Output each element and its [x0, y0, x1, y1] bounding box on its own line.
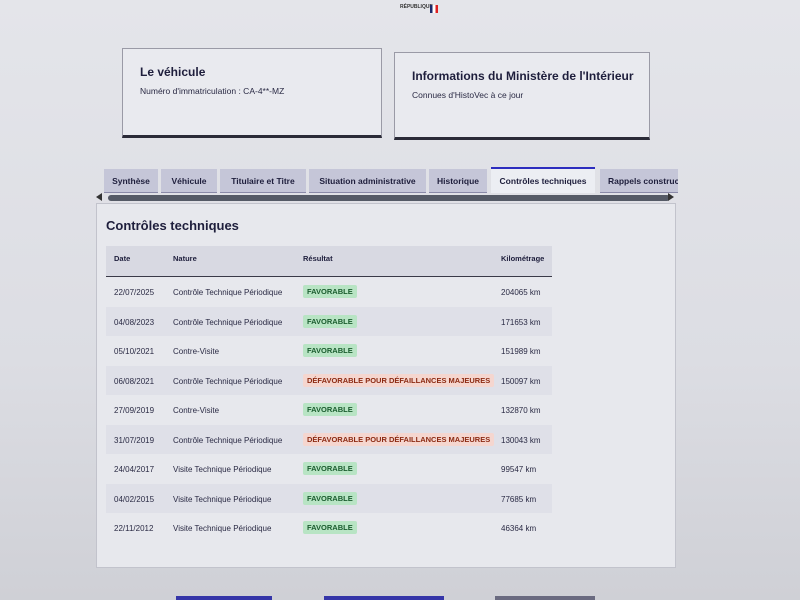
- row-km: 132870 km: [501, 406, 541, 415]
- ministry-card-subtitle: Connues d'HistoVec à ce jour: [412, 90, 524, 100]
- column-header-kilometrage: Kilométrage: [501, 254, 545, 263]
- row-nature: Contre-Visite: [173, 347, 220, 356]
- row-km: 77685 km: [501, 494, 537, 504]
- row-km: 130043 km: [501, 435, 541, 445]
- row-km: 151989 km: [501, 347, 541, 356]
- vehicle-card-title: Le véhicule: [140, 65, 206, 79]
- logo-text: RÉPUBLIQUE: [400, 4, 433, 10]
- row-date: 24/04/2017: [114, 465, 155, 474]
- table-header: Date Nature Résultat Kilométrage: [106, 246, 552, 277]
- row-nature: Visite Technique Périodique: [173, 524, 272, 533]
- result-badge: FAVORABLE: [303, 462, 357, 475]
- republique-logo: RÉPUBLIQUE: [400, 5, 440, 15]
- row-km: 150097 km: [501, 376, 541, 386]
- column-header-resultat: Résultat: [303, 254, 333, 263]
- result-badge: FAVORABLE: [303, 285, 357, 298]
- result-badge: DÉFAVORABLE POUR DÉFAILLANCES MAJEURES: [303, 373, 495, 387]
- row-date: 22/07/2025: [114, 288, 155, 297]
- row-date: 05/10/2021: [114, 347, 155, 356]
- row-date: 22/11/2012: [114, 524, 154, 533]
- tab-historique[interactable]: Historique: [429, 169, 487, 193]
- row-km: 99547 km: [501, 465, 537, 474]
- result-badge: FAVORABLE: [303, 344, 357, 357]
- row-km: 204065 km: [501, 288, 541, 297]
- result-badge: FAVORABLE: [303, 491, 357, 505]
- result-badge: FAVORABLE: [303, 314, 357, 328]
- screen: RÉPUBLIQUE Le véhicule Numéro d'immatric…: [0, 0, 800, 600]
- table-row: 05/10/2021 Contre-Visite FAVORABLE 15198…: [106, 336, 552, 366]
- ministry-card-title: Informations du Ministère de l'Intérieur: [412, 69, 634, 83]
- table-row: 06/08/2021 Contrôle Technique Périodique…: [106, 365, 552, 395]
- bottom-button-right[interactable]: [495, 596, 595, 600]
- scroll-thumb[interactable]: [108, 195, 670, 201]
- vehicle-card: Le véhicule Numéro d'immatriculation : C…: [122, 48, 382, 138]
- result-badge: FAVORABLE: [303, 521, 357, 534]
- row-date: 31/07/2019: [114, 435, 155, 445]
- tab-controles-techniques[interactable]: Contrôles techniques: [491, 167, 595, 193]
- bottom-button-left[interactable]: [176, 596, 272, 600]
- column-header-date: Date: [114, 254, 131, 263]
- section-title: Contrôles techniques: [106, 218, 239, 233]
- result-badge: FAVORABLE: [303, 403, 357, 416]
- row-date: 04/02/2015: [114, 494, 155, 504]
- row-km: 46364 km: [501, 524, 537, 533]
- ministry-card: Informations du Ministère de l'Intérieur…: [394, 52, 650, 140]
- row-date: 27/09/2019: [114, 406, 155, 415]
- table-row: 04/02/2015 Visite Technique Périodique F…: [106, 483, 552, 513]
- tab-rappels-constructeur[interactable]: Rappels constructeur: [600, 169, 678, 193]
- bottom-button-center[interactable]: [324, 596, 444, 600]
- tab-situation-administrative[interactable]: Situation administrative: [309, 169, 426, 193]
- row-nature: Contrôle Technique Périodique: [173, 317, 283, 327]
- row-nature: Visite Technique Périodique: [173, 465, 272, 474]
- scroll-right-icon[interactable]: [668, 193, 674, 201]
- row-nature: Contrôle Technique Périodique: [173, 288, 283, 297]
- table-row: 31/07/2019 Contrôle Technique Périodique…: [106, 424, 552, 454]
- tab-vehicule[interactable]: Véhicule: [161, 169, 217, 193]
- table-row: 27/09/2019 Contre-Visite FAVORABLE 13287…: [106, 395, 552, 425]
- tab-scrollbar[interactable]: [96, 193, 676, 203]
- row-km: 171653 km: [501, 317, 541, 327]
- table-row: 22/11/2012 Visite Technique Périodique F…: [106, 513, 552, 543]
- scroll-left-icon[interactable]: [96, 193, 102, 201]
- row-nature: Contrôle Technique Périodique: [173, 376, 283, 386]
- controls-table: Date Nature Résultat Kilométrage 22/07/2…: [106, 246, 552, 543]
- tab-titulaire[interactable]: Titulaire et Titre: [220, 169, 306, 193]
- row-date: 04/08/2023: [114, 317, 155, 327]
- column-header-nature: Nature: [173, 254, 197, 263]
- plate-number: Numéro d'immatriculation : CA-4**-MZ: [140, 86, 285, 96]
- tab-bar: Synthèse Véhicule Titulaire et Titre Sit…: [104, 167, 678, 193]
- row-nature: Contre-Visite: [173, 406, 220, 415]
- table-row: 04/08/2023 Contrôle Technique Périodique…: [106, 306, 552, 336]
- flag-icon: [430, 5, 438, 13]
- tab-synthese[interactable]: Synthèse: [104, 169, 158, 193]
- row-date: 06/08/2021: [114, 376, 155, 386]
- table-row: 24/04/2017 Visite Technique Périodique F…: [106, 454, 552, 484]
- row-nature: Contrôle Technique Périodique: [173, 435, 283, 445]
- row-nature: Visite Technique Périodique: [173, 494, 272, 504]
- result-badge: DÉFAVORABLE POUR DÉFAILLANCES MAJEURES: [303, 432, 495, 446]
- table-row: 22/07/2025 Contrôle Technique Périodique…: [106, 277, 552, 307]
